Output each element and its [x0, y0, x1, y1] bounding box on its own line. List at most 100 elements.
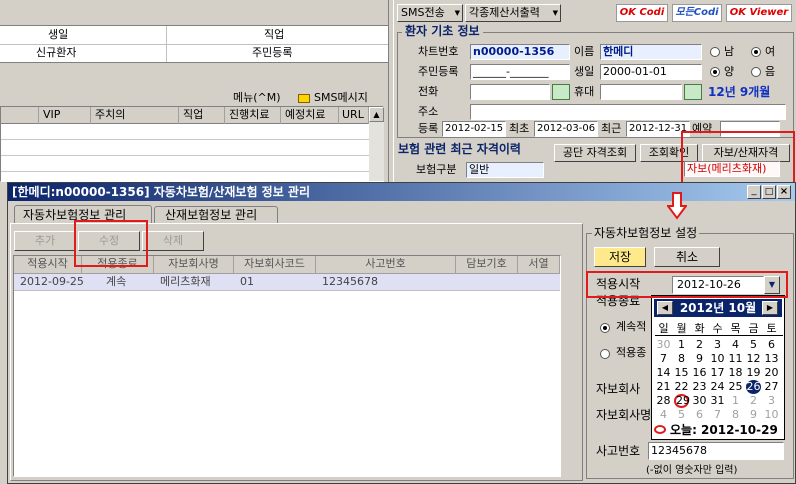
mobile-keypad-icon[interactable]: [684, 84, 702, 100]
left-col-job[interactable]: 직업: [179, 107, 225, 124]
chart-no-field[interactable]: n00000-1356: [470, 44, 570, 60]
calendar-day[interactable]: 11: [728, 352, 743, 366]
phone-keypad-icon[interactable]: [552, 84, 570, 100]
start-date-field[interactable]: 2012-10-26: [672, 276, 764, 294]
calendar-day[interactable]: 5: [746, 338, 761, 352]
date-dropdown-button[interactable]: ▼: [764, 276, 780, 294]
next-month-button[interactable]: ▶: [762, 301, 778, 315]
calendar-lunar-radio[interactable]: [751, 67, 761, 77]
calendar-day[interactable]: 28: [656, 394, 671, 408]
left-grid-scrollbar[interactable]: ▲: [369, 107, 384, 181]
insurance-type-field[interactable]: 일반: [466, 162, 544, 178]
calendar-day[interactable]: 2: [746, 394, 761, 408]
left-col-vip[interactable]: VIP: [39, 107, 91, 124]
date-picker-popup[interactable]: ◀ 2012년 10월 ▶ 일월화수목금토 30 1 2 3 4 5 6 7 8 9 10 11 12 1…: [651, 295, 785, 440]
left-col-scheduled[interactable]: 예정치료: [281, 107, 339, 124]
calendar-day[interactable]: 1: [674, 338, 689, 352]
col-coverage-code[interactable]: 담보기호: [456, 256, 518, 273]
gender-female-radio[interactable]: [751, 47, 761, 57]
save-button[interactable]: 저장: [594, 247, 646, 267]
calendar-day[interactable]: 8: [674, 352, 689, 366]
calendar-day[interactable]: 15: [674, 366, 689, 380]
calendar-day[interactable]: 7: [710, 408, 725, 422]
left-col-url[interactable]: URL: [339, 107, 369, 124]
col-company-code[interactable]: 자보회사코드: [234, 256, 316, 273]
minimize-button[interactable]: _: [747, 185, 761, 199]
reservation-field[interactable]: [720, 121, 780, 137]
calendar-day[interactable]: 2: [692, 338, 707, 352]
calendar-day[interactable]: 3: [710, 338, 725, 352]
tab-industrial-insurance[interactable]: 산재보험정보 관리: [154, 206, 278, 223]
calendar-day[interactable]: 21: [656, 380, 671, 394]
delete-button[interactable]: 삭제: [142, 231, 204, 251]
calendar-day[interactable]: 7: [656, 352, 671, 366]
cancel-button[interactable]: 취소: [654, 247, 720, 267]
first-visit-field[interactable]: 2012-03-06: [534, 121, 598, 137]
edit-button[interactable]: 수정: [78, 231, 140, 251]
mobile-field[interactable]: [600, 84, 682, 100]
calendar-day[interactable]: 19: [746, 366, 761, 380]
calendar-today-row[interactable]: 오늘: 2012-10-29: [654, 423, 782, 438]
col-accident-no[interactable]: 사고번호: [316, 256, 456, 273]
calendar-day[interactable]: 18: [728, 366, 743, 380]
calendar-day[interactable]: 23: [692, 380, 707, 394]
name-field[interactable]: 한메디: [600, 44, 702, 60]
gender-male-radio[interactable]: [710, 47, 720, 57]
calendar-day[interactable]: 16: [692, 366, 707, 380]
reg-date-field[interactable]: 2012-02-15: [442, 121, 506, 137]
ok-codi-logo[interactable]: OK Codi: [616, 4, 668, 22]
calendar-day[interactable]: 24: [710, 380, 725, 394]
accident-no-field[interactable]: 12345678: [648, 442, 784, 460]
calendar-day[interactable]: 1: [728, 394, 743, 408]
nhis-check-button[interactable]: 공단 자격조회: [554, 144, 636, 162]
phone-field[interactable]: [470, 84, 550, 100]
insurance-records-grid[interactable]: 적용시작 적용종료 자보회사명 자보회사코드 사고번호 담보기호 서열 2012…: [13, 255, 561, 477]
calendar-day[interactable]: 8: [728, 408, 743, 422]
calendar-day[interactable]: 10: [710, 352, 725, 366]
forms-print-dropdown[interactable]: 각종제산서출력 ▼: [465, 4, 561, 22]
ok-viewer-logo[interactable]: OK Viewer: [726, 4, 792, 22]
calendar-day[interactable]: 30: [656, 338, 671, 352]
calendar-day[interactable]: 12: [746, 352, 761, 366]
calendar-day[interactable]: 13: [764, 352, 779, 366]
calendar-day[interactable]: 4: [728, 338, 743, 352]
calendar-day[interactable]: 22: [674, 380, 689, 394]
calendar-day[interactable]: 3: [764, 394, 779, 408]
maximize-button[interactable]: □: [762, 185, 776, 199]
table-row[interactable]: 2012-09-25 계속 메리츠화재 01 12345678: [14, 274, 560, 291]
calendar-day[interactable]: 4: [656, 408, 671, 422]
col-start[interactable]: 적용시작: [14, 256, 82, 273]
col-company-name[interactable]: 자보회사명: [154, 256, 234, 273]
calendar-day[interactable]: 14: [656, 366, 671, 380]
calendar-day[interactable]: 25: [728, 380, 743, 394]
calendar-day[interactable]: 9: [692, 352, 707, 366]
sms-message-label[interactable]: SMS메시지: [314, 90, 368, 106]
auto-industrial-button[interactable]: 자보/산재자격: [702, 144, 790, 162]
modeun-codi-logo[interactable]: 모든Codi: [672, 4, 722, 22]
end-radio[interactable]: [600, 349, 610, 359]
menu-shortcut-label[interactable]: 메뉴(^M): [233, 90, 281, 106]
col-sequence[interactable]: 서열: [518, 256, 560, 273]
left-grid[interactable]: VIP 주치의 직업 진행치료 예정치료 URL ▲: [0, 106, 384, 182]
sms-send-dropdown[interactable]: SMS전송 ▼: [397, 4, 463, 22]
scroll-up-button[interactable]: ▲: [369, 107, 384, 122]
address-field[interactable]: [470, 104, 786, 120]
rrn-field[interactable]: ______-_______: [470, 64, 570, 80]
calendar-day[interactable]: 6: [692, 408, 707, 422]
calendar-day[interactable]: 6: [764, 338, 779, 352]
calendar-day[interactable]: 20: [764, 366, 779, 380]
prev-month-button[interactable]: ◀: [657, 301, 673, 315]
calendar-day[interactable]: 10: [764, 408, 779, 422]
last-visit-field[interactable]: 2012-12-31: [626, 121, 690, 137]
continue-radio[interactable]: [600, 323, 610, 333]
add-button[interactable]: 추가: [14, 231, 76, 251]
close-button[interactable]: ×: [777, 185, 791, 199]
calendar-day[interactable]: 27: [764, 380, 779, 394]
calendar-day[interactable]: 9: [746, 408, 761, 422]
tab-auto-insurance[interactable]: 자동차보험정보 관리: [14, 205, 152, 224]
calendar-day[interactable]: 17: [710, 366, 725, 380]
left-col-doctor[interactable]: 주치의: [91, 107, 179, 124]
calendar-day[interactable]: 30: [692, 394, 707, 408]
calendar-day[interactable]: 29: [674, 394, 690, 408]
birth-field[interactable]: 2000-01-01: [600, 64, 702, 80]
